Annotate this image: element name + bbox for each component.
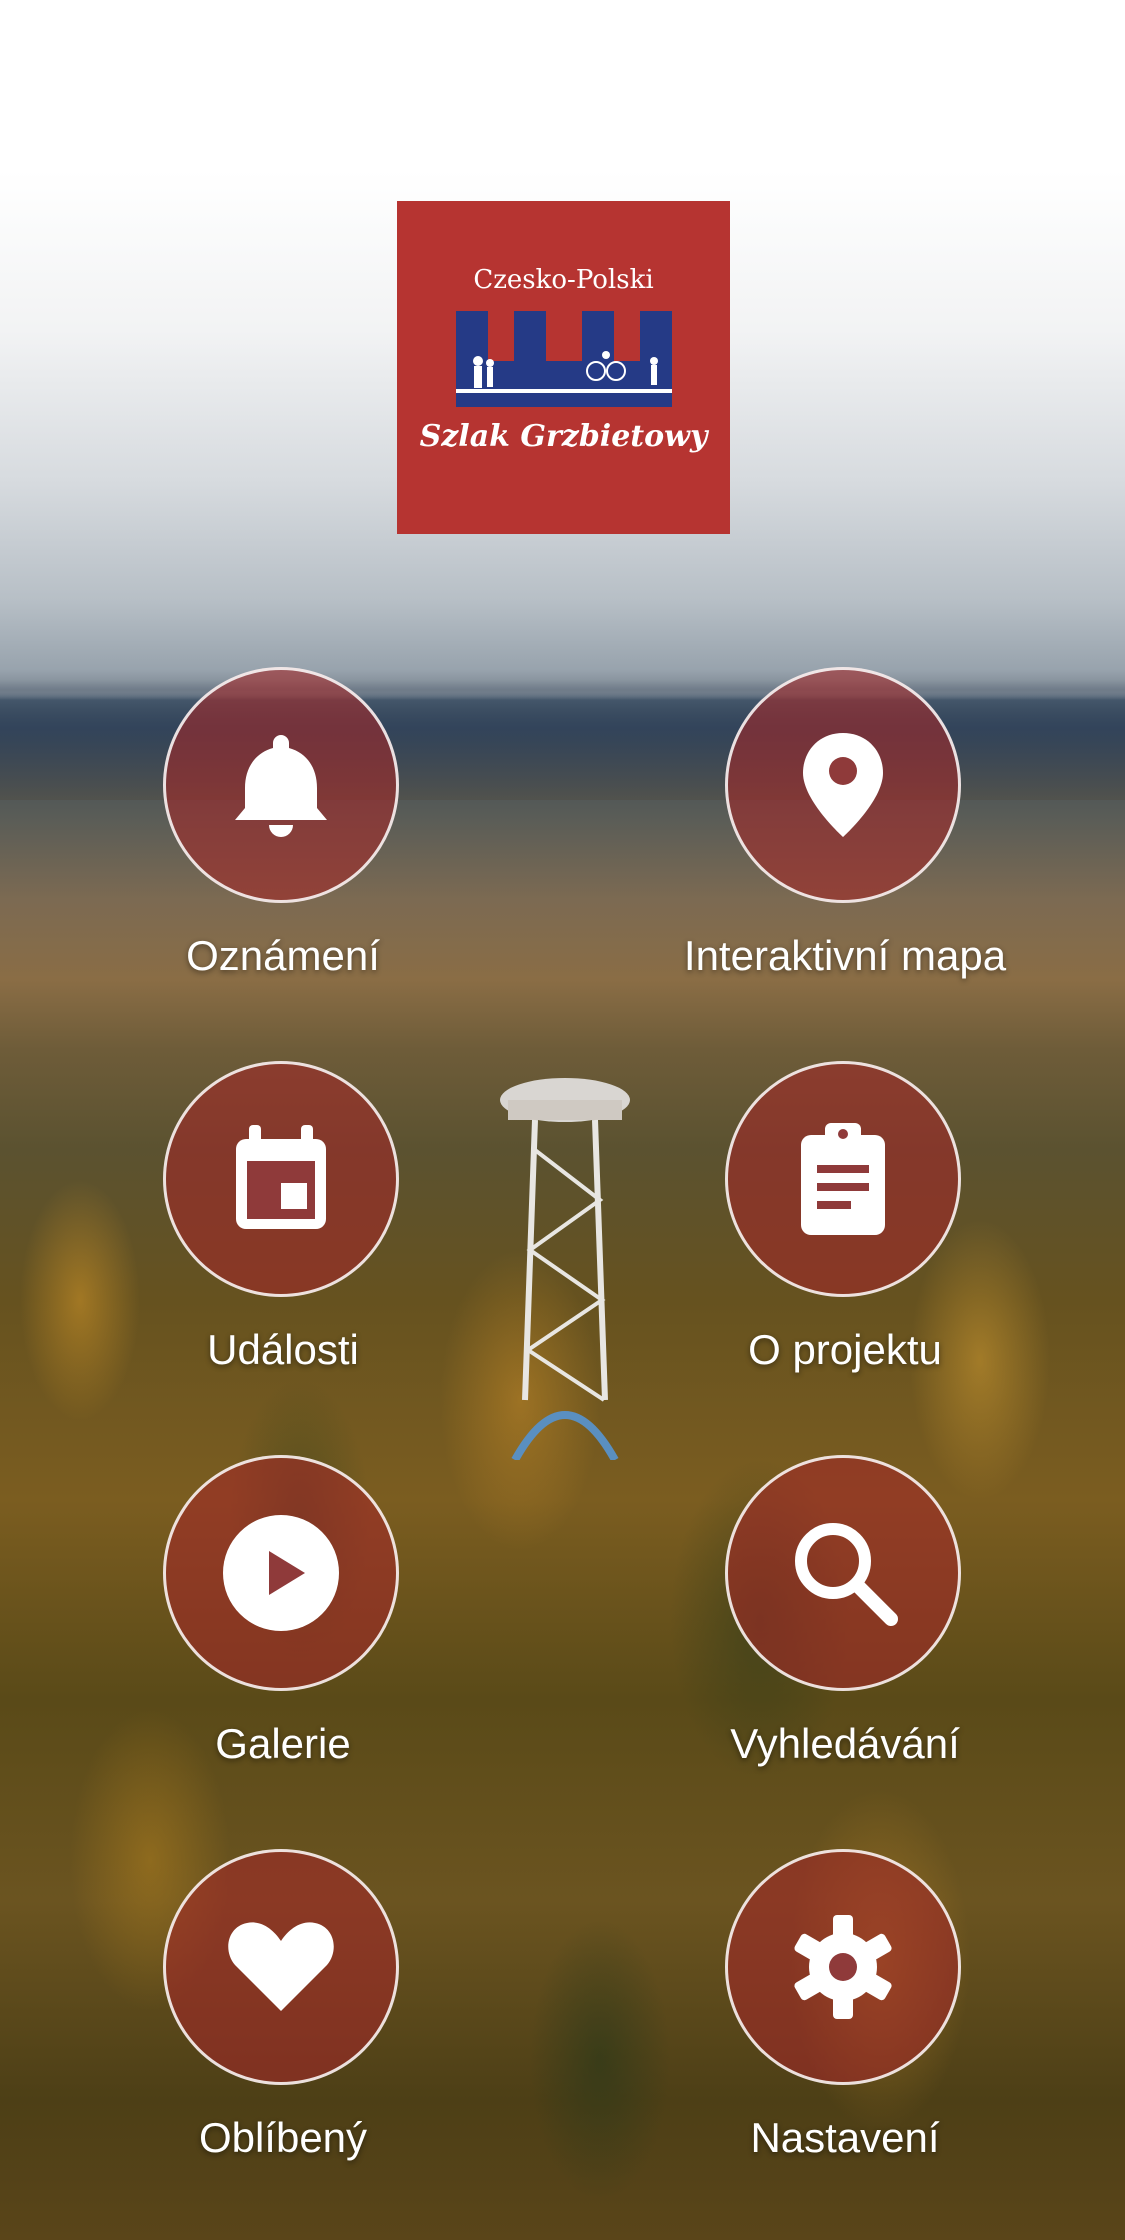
menu-label: Události: [207, 1326, 359, 1373]
menu-tile-nastaveni[interactable]: Nastavení: [680, 1849, 1010, 2169]
menu-label: Nastavení: [750, 2114, 940, 2161]
menu-tile-oznameni[interactable]: Oznámení: [118, 667, 448, 987]
map-pin-icon: [803, 733, 883, 837]
menu-label: Vyhledávání: [730, 1720, 960, 1767]
trail-emblem: [456, 311, 672, 407]
search-icon: [795, 1523, 898, 1626]
menu-circle[interactable]: [163, 1849, 399, 2085]
menu-circle[interactable]: [163, 1455, 399, 1691]
menu-circle[interactable]: [725, 1061, 961, 1297]
menu-tile-oblibeny[interactable]: Oblíbený: [118, 1849, 448, 2169]
logo-top-text: Czesko-Polski: [473, 265, 654, 295]
menu-circle[interactable]: [725, 1849, 961, 2085]
menu-circle[interactable]: [163, 1061, 399, 1297]
menu-label: Oblíbený: [198, 2114, 368, 2161]
menu-tile-o-projektu[interactable]: O projektu: [680, 1061, 1010, 1381]
calendar-icon: [236, 1125, 326, 1229]
menu-tile-interaktivni-mapa[interactable]: Interaktivní mapa: [680, 667, 1010, 987]
menu-label: Oznámení: [186, 932, 380, 979]
menu-label: Interaktivní mapa: [683, 932, 1007, 979]
logo-bottom-text: Szlak Grzbietowy: [419, 419, 708, 454]
heart-icon: [228, 1922, 334, 2011]
menu-tile-vyhledavani[interactable]: Vyhledávání: [680, 1455, 1010, 1775]
menu-circle[interactable]: [725, 667, 961, 903]
app-logo: Czesko-Polski Szlak Grzbietowy: [397, 201, 730, 534]
gear-icon: [794, 1915, 892, 2019]
clipboard-icon: [801, 1123, 885, 1235]
menu-label: Galerie: [215, 1720, 351, 1767]
menu-label: O projektu: [748, 1326, 942, 1373]
menu-circle[interactable]: [163, 667, 399, 903]
menu-tile-udalosti[interactable]: Události: [118, 1061, 448, 1381]
play-icon: [223, 1515, 339, 1631]
bell-icon: [235, 735, 327, 837]
menu-circle[interactable]: [725, 1455, 961, 1691]
observation-tower: [500, 1078, 630, 1460]
menu-tile-galerie[interactable]: Galerie: [118, 1455, 448, 1775]
